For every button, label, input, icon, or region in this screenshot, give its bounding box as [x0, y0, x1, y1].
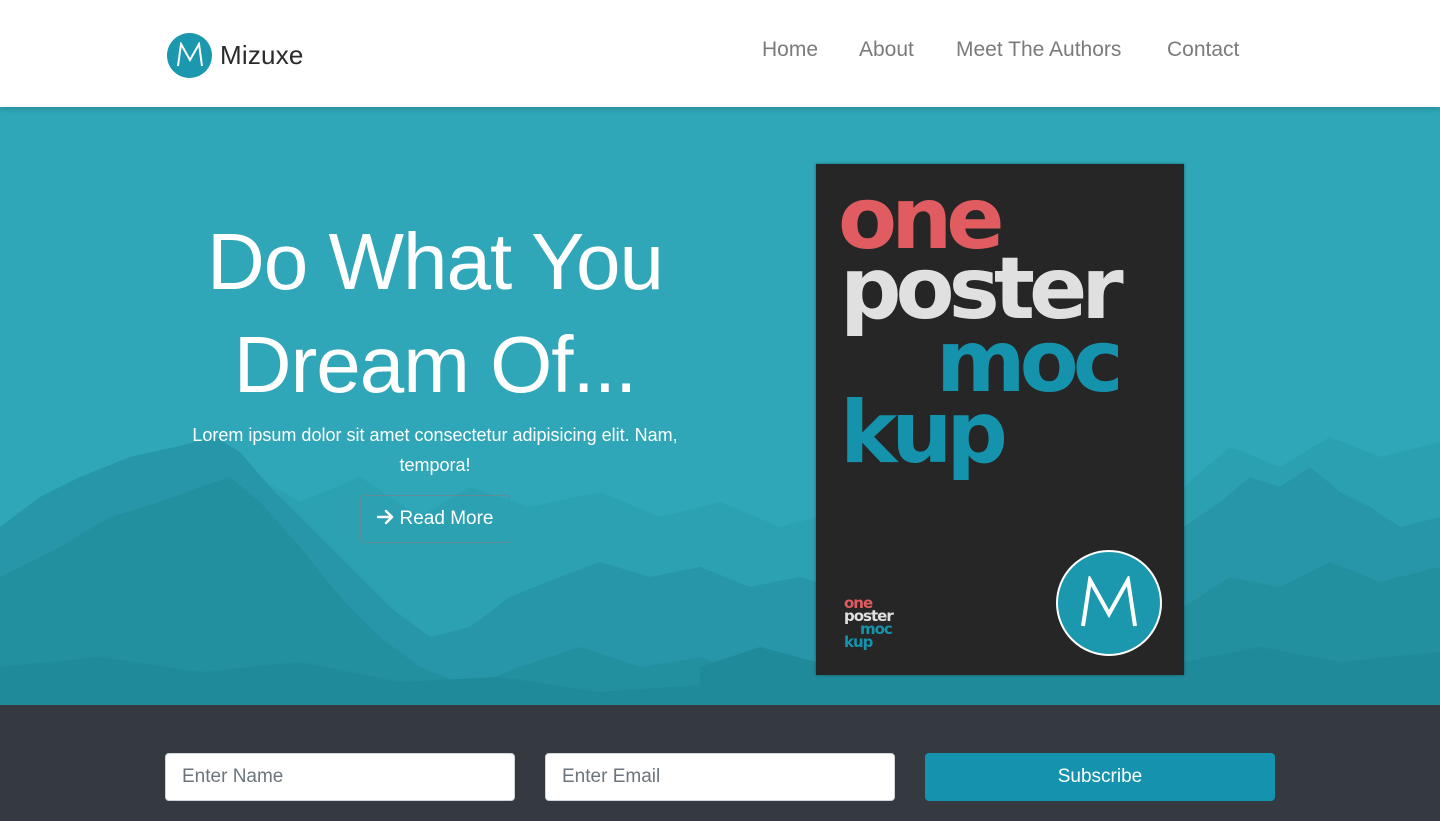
- arrow-right-icon: [376, 508, 395, 531]
- navbar: Mizuxe Home About Meet The Authors Conta…: [0, 0, 1440, 107]
- hero-title-line-1: Do What You: [207, 217, 664, 306]
- poster-word-kup: kup: [840, 383, 1008, 483]
- subscribe-button[interactable]: Subscribe: [925, 753, 1275, 801]
- subscribe-bar: Subscribe: [0, 705, 1440, 821]
- read-more-button[interactable]: Read More: [360, 495, 510, 543]
- nav-item-meet-the-authors[interactable]: Meet The Authors: [956, 38, 1121, 62]
- read-more-label: Read More: [399, 508, 494, 529]
- nav-item-home[interactable]: Home: [762, 38, 818, 62]
- hero-subtitle: Lorem ipsum dolor sit amet consectetur a…: [192, 425, 678, 475]
- hero-title: Do What You Dream Of...: [140, 210, 730, 416]
- nav-item-about[interactable]: About: [859, 38, 914, 62]
- main-nav: Home About Meet The Authors Contact: [0, 38, 1440, 72]
- hero-title-line-2: Dream Of...: [233, 320, 637, 409]
- poster-small-word-kup: kup: [844, 633, 873, 651]
- email-input[interactable]: [545, 753, 895, 801]
- m-logo-icon: [1056, 550, 1162, 656]
- poster-mockup-image: one poster moc kup one poster moc kup: [816, 164, 1184, 675]
- name-input[interactable]: [165, 753, 515, 801]
- hero-section: Do What You Dream Of... Lorem ipsum dolo…: [0, 107, 1440, 705]
- nav-item-contact[interactable]: Contact: [1167, 38, 1239, 62]
